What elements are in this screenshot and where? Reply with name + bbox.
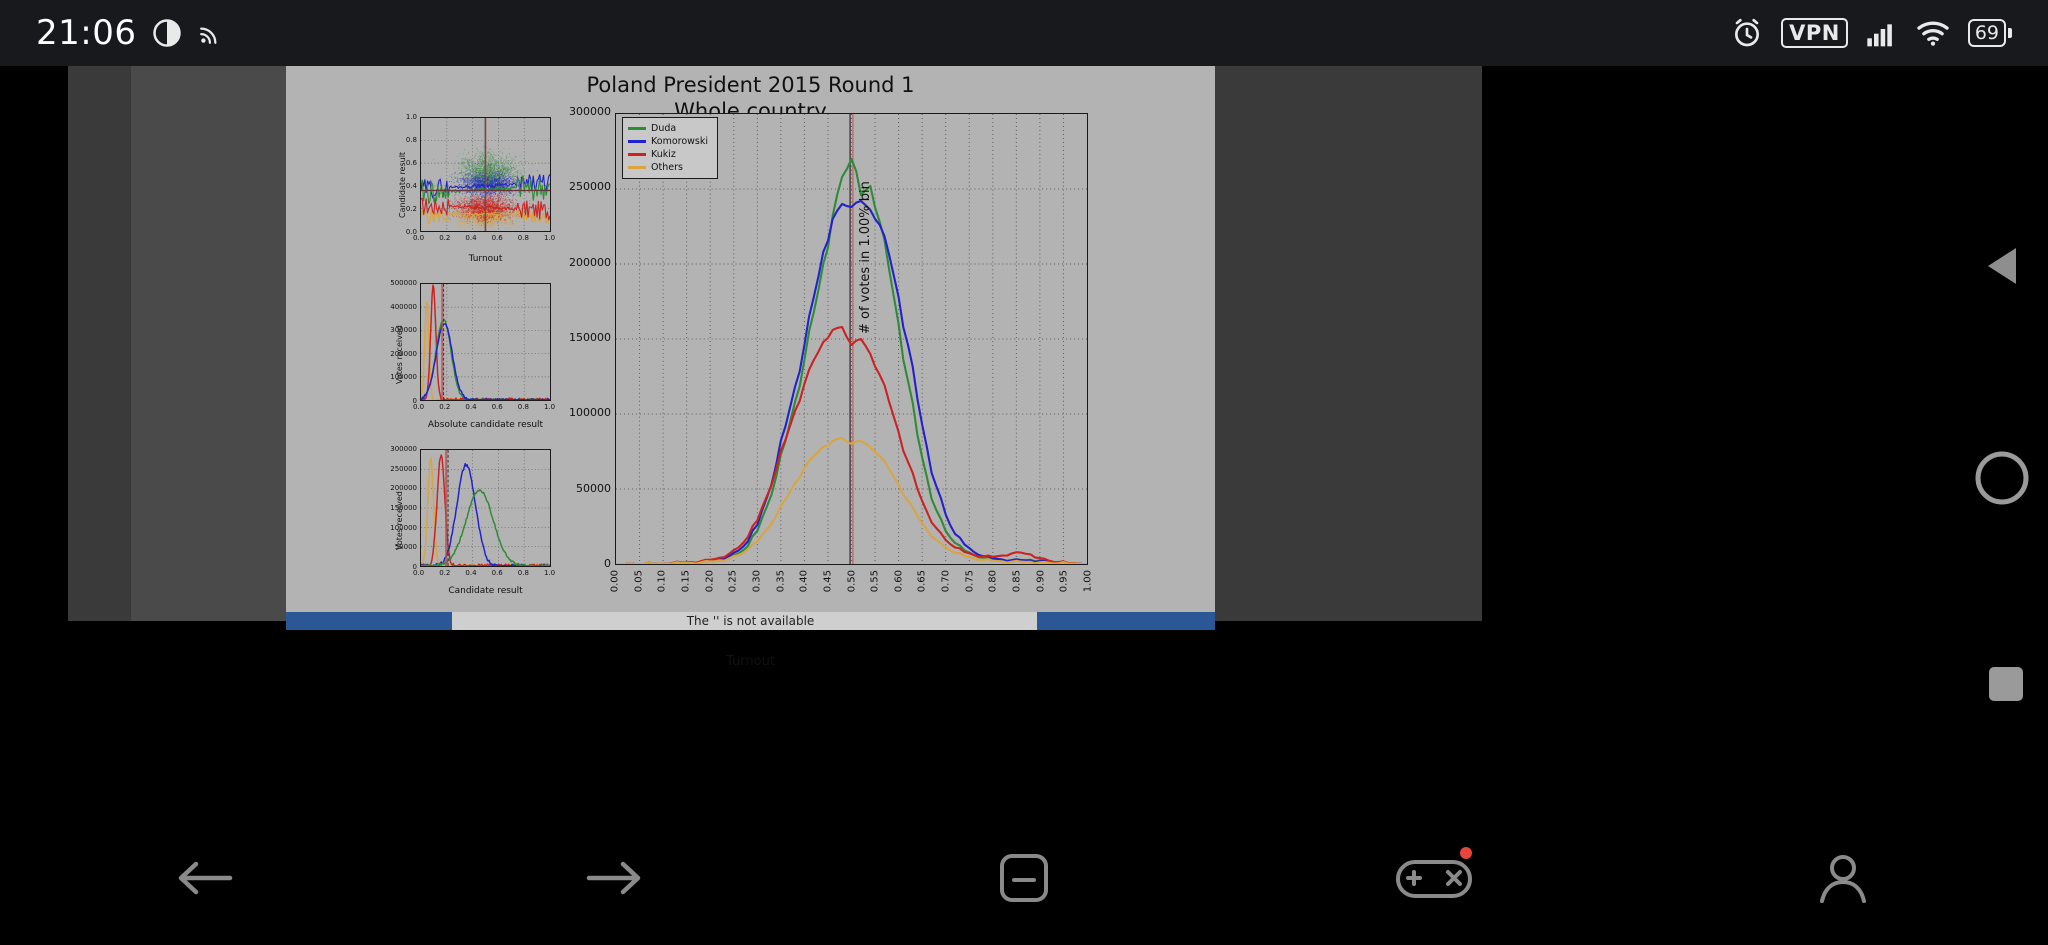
legend-item: Duda — [628, 122, 712, 135]
main-chart-axes — [615, 113, 1088, 566]
chart-legend: Duda Komorowski Kukiz Others — [622, 117, 718, 179]
main-x-tick: 0.00 — [609, 570, 621, 593]
nav-forward-button[interactable] — [554, 833, 674, 923]
main-x-tick: 0.80 — [987, 570, 999, 593]
game-controller-icon — [1395, 859, 1472, 898]
main-x-tick: 0.35 — [775, 570, 787, 593]
legend-item: Kukiz — [628, 148, 712, 161]
record-circle-icon[interactable] — [1974, 450, 2030, 506]
forward-arrow-icon — [587, 861, 641, 894]
legend-label: Duda — [651, 123, 677, 134]
main-x-tick: 0.05 — [633, 570, 645, 593]
profile-icon — [1820, 854, 1867, 903]
battery-icon: 69 — [1967, 19, 2012, 47]
main-x-tick: 0.85 — [1011, 570, 1023, 593]
chart-title-line1: Poland President 2015 Round 1 — [586, 73, 915, 97]
legend-color-swatch — [628, 127, 646, 130]
subplot-scatter-turnout-vs-result — [420, 117, 551, 232]
play-triangle-glyph — [1988, 248, 2016, 284]
nav-profile-button[interactable] — [1783, 833, 1903, 923]
legend-label: Others — [651, 162, 683, 173]
main-x-tick: 1.00 — [1082, 570, 1094, 593]
status-bar-right: VPN 69 — [1731, 17, 2012, 49]
subplot2-xlabel: Absolute candidate result — [427, 420, 544, 430]
appbar-message: The '' is not available — [686, 614, 815, 628]
alarm-icon — [1735, 18, 1760, 47]
legend-color-swatch — [628, 153, 646, 156]
main-x-axis-label: Turnout — [726, 654, 775, 669]
notification-dot — [1459, 846, 1472, 859]
nav-games-button[interactable] — [1374, 833, 1494, 923]
right-gutter — [1482, 66, 2048, 616]
subplot-votes-vs-candidate-result — [420, 449, 551, 567]
status-clock: 21:06 — [36, 13, 137, 53]
main-x-tick: 0.25 — [727, 570, 739, 593]
cellular-signal-icon — [1867, 24, 1892, 47]
stop-square-icon[interactable] — [1982, 660, 2030, 708]
back-arrow-icon — [178, 861, 233, 894]
main-y-axis-label: # of votes in 1.00% bin — [858, 181, 873, 334]
main-x-tick: 0.95 — [1058, 570, 1070, 593]
main-x-tick: 0.65 — [916, 570, 928, 593]
main-x-tick: 0.40 — [798, 570, 810, 593]
main-x-tick: 0.90 — [1035, 570, 1047, 593]
vpn-icon: VPN — [1781, 18, 1848, 48]
main-x-tick: 0.70 — [940, 570, 952, 593]
subplot3-xlabel: Candidate result — [448, 586, 523, 596]
main-x-tick: 0.55 — [869, 570, 881, 593]
main-x-tick: 0.30 — [751, 570, 763, 593]
chart-figure: Poland President 2015 Round 1 Whole coun… — [286, 66, 1215, 669]
cast-icon — [200, 27, 217, 44]
subplot-scatter-canvas — [420, 118, 551, 232]
do-not-disturb-icon — [153, 19, 182, 47]
nav-home-button[interactable] — [964, 833, 1084, 923]
main-x-tick: 0.45 — [822, 570, 834, 593]
main-x-tick: 0.10 — [656, 570, 668, 593]
record-circle-glyph — [1975, 451, 2029, 505]
status-bar: 21:06 VPN 69 — [0, 0, 2048, 66]
main-x-tick: 0.50 — [846, 570, 857, 593]
legend-color-swatch — [628, 140, 646, 143]
app-bottom-bar: The '' is not available — [286, 612, 1215, 630]
device-screen: 21:06 VPN 69 Poland President 2015 Round… — [0, 0, 2048, 945]
legend-label: Kukiz — [651, 149, 676, 160]
legend-item: Komorowski — [628, 135, 712, 148]
navigation-bar — [0, 810, 2048, 945]
subplot3-ylabel: Votes received — [395, 491, 404, 550]
play-triangle-icon[interactable] — [1978, 240, 2030, 292]
main-x-tick: 0.60 — [893, 570, 905, 593]
legend-color-swatch — [628, 166, 646, 169]
left-gutter — [0, 66, 68, 616]
legend-item: Others — [628, 161, 712, 174]
status-bar-left: 21:06 — [36, 13, 224, 53]
main-chart-canvas — [616, 114, 1087, 566]
stop-square-glyph — [1989, 667, 2023, 701]
subplot3-canvas — [420, 450, 551, 567]
main-x-tick: 0.75 — [964, 570, 976, 593]
home-icon — [999, 853, 1048, 902]
legend-label: Komorowski — [651, 136, 709, 147]
nav-back-button[interactable] — [145, 833, 265, 923]
main-x-tick: 0.20 — [704, 570, 716, 593]
main-x-tick: 0.15 — [680, 570, 692, 593]
wifi-icon — [1917, 21, 1949, 46]
